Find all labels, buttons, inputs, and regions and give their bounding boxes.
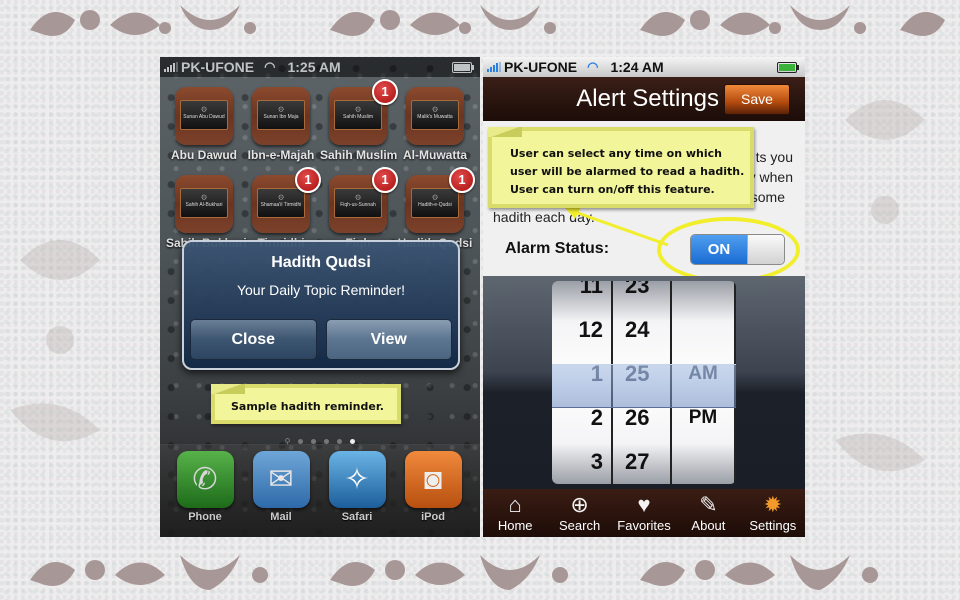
notification-badge: 1 [372,79,398,105]
gear-icon: ✹ [763,492,783,517]
battery-charging-icon [777,61,799,73]
app-fiqh[interactable]: Fiqh-us-Sunnah 1 Fiqh [320,167,398,250]
notification-badge: 1 [372,167,398,193]
app-icon-text: Sahih Muslim [334,100,382,130]
app-label: Abu Dawud [171,148,237,162]
status-time: 1:24 AM [610,59,664,75]
carrier-name: PK-UFONE [504,59,578,75]
app-icon-text: Hadith-e-Qudsi [411,188,459,218]
battery-icon [452,61,474,73]
tab-label: Search [559,518,601,533]
app-icon-text: Sahih Al-Bukhari [180,188,228,218]
view-button[interactable]: View [325,319,452,360]
tab-label: Favorites [617,518,671,533]
picker-row: 12 [578,317,603,342]
signal-icon [487,62,501,72]
app-label: Al-Muwatta [403,148,467,162]
callout-note: User can select any time on which user w… [488,127,754,208]
mail-icon: ✉ [252,451,310,508]
decorative-pattern-left [10,240,100,442]
tab-bar: ⌂ Home ⊕ Search ♥ Favorites ✎ About ✹ Se… [483,489,805,537]
picker-row: 23 [625,281,650,298]
decorative-pattern-right [835,100,925,472]
picker-row: 24 [625,317,650,342]
notification-badge: 1 [449,167,475,193]
close-button[interactable]: Close [190,319,317,360]
reminder-alert-dialog: Hadith Qudsi Your Daily Topic Reminder! … [182,240,460,370]
dock-app-mail[interactable]: ✉ Mail [243,451,319,523]
tab-label: Settings [749,518,797,533]
time-picker[interactable]: 11 12 1 2 3 23 24 25 26 27 AM PM [483,276,805,489]
status-time: 1:25 AM [287,59,341,75]
status-bar: PK-UFONE ◠ 1:25 AM [160,57,480,77]
phone-icon: ✆ [176,451,234,508]
dock-app-ipod[interactable]: ◙ iPod [395,451,471,523]
alert-settings-screenshot: PK-UFONE ◠ 1:24 AM Alert Settings Save d… [483,57,805,537]
app-sahih-muslim[interactable]: Sahih Muslim 1 Sahih Muslim [320,79,398,162]
heart-icon: ♥ [637,492,651,517]
tab-home[interactable]: ⌂ Home [483,489,547,537]
compass-icon: ✧ [328,451,386,508]
app-ibn-e-majah[interactable]: Sunan Ibn Maja Ibn-e-Majah [243,87,319,162]
app-icon-text: Fiqh-us-Sunnah [334,188,382,218]
callout-note: Sample hadith reminder. [211,384,401,424]
alert-message: Your Daily Topic Reminder! [236,282,406,298]
picker-selection-bar [552,364,736,408]
decorative-border-top [30,5,945,36]
note-fold [211,384,245,394]
app-hadith-qudsi[interactable]: Hadith-e-Qudsi 1 Hadith Qudsi [397,167,475,250]
dock-app-safari[interactable]: ✧ Safari [319,451,395,523]
navigation-bar: Alert Settings Save [483,77,805,121]
picker-row: 3 [590,449,603,474]
decorative-border-bottom [30,555,878,590]
carrier-name: PK-UFONE [181,59,255,75]
pencil-icon: ✎ [699,492,718,517]
home-screen-screenshot: PK-UFONE ◠ 1:25 AM Sunan Abu Dawud Abu D… [160,57,480,537]
app-icon-text: Sunan Ibn Maja [257,100,305,130]
save-button[interactable]: Save [724,84,790,115]
notification-badge: 1 [295,167,321,193]
callout-text: Sample hadith reminder. [231,400,384,413]
app-icon: Sunan Abu Dawud [175,87,233,145]
picker-row: 27 [625,449,650,474]
signal-icon [164,62,178,72]
tab-settings[interactable]: ✹ Settings [741,489,805,537]
app-tirmidhi[interactable]: Shamaa'il Tirmidhi 1 Tirmidhi [243,167,321,250]
app-icon: Sunan Ibn Maja [252,87,310,145]
wifi-icon: ◠ [264,59,276,74]
app-sahih-bukhari[interactable]: Sahih Al-Bukhari Sahih Bukhari [166,175,247,250]
app-icon: Sahih Al-Bukhari [175,175,233,233]
app-label: Sahih Muslim [320,148,398,162]
dock-label: Phone [188,511,222,523]
wifi-icon: ◠ [587,59,599,74]
ipod-icon: ◙ [404,451,462,508]
status-bar: PK-UFONE ◠ 1:24 AM [483,57,805,77]
tab-about[interactable]: ✎ About [676,489,740,537]
tab-search[interactable]: ⊕ Search [547,489,611,537]
tab-favorites[interactable]: ♥ Favorites [612,489,676,537]
dock-label: Mail [270,511,292,523]
tab-label: Home [497,518,533,533]
home-icon: ⌂ [508,492,522,517]
app-icon-text: Malik's Muwatta [411,100,459,130]
app-al-muwatta[interactable]: Malik's Muwatta Al-Muwatta [397,87,473,162]
callout-text: User can select any time on which user w… [510,147,745,196]
app-abu-dawud[interactable]: Sunan Abu Dawud Abu Dawud [166,87,242,162]
app-icon-text: Shamaa'il Tirmidhi [257,188,305,218]
tab-label: About [691,518,726,533]
dock: ✆ Phone ✉ Mail ✧ Safari ◙ iPod [160,444,480,537]
page-title: Alert Settings [576,85,719,112]
app-icon-text: Sunan Abu Dawud [180,100,228,130]
dock-label: Safari [341,511,373,523]
picker-row: 11 [579,281,603,298]
dock-app-phone[interactable]: ✆ Phone [167,451,243,523]
dock-label: iPod [421,511,445,523]
search-icon: ⊕ [570,492,589,517]
alert-title: Hadith Qudsi [271,254,371,271]
app-icon: Malik's Muwatta [406,87,464,145]
app-label: Ibn-e-Majah [247,148,315,162]
note-fold [488,127,522,137]
highlight-ellipse [657,217,800,283]
alarm-status-label: Alarm Status: [505,240,610,257]
